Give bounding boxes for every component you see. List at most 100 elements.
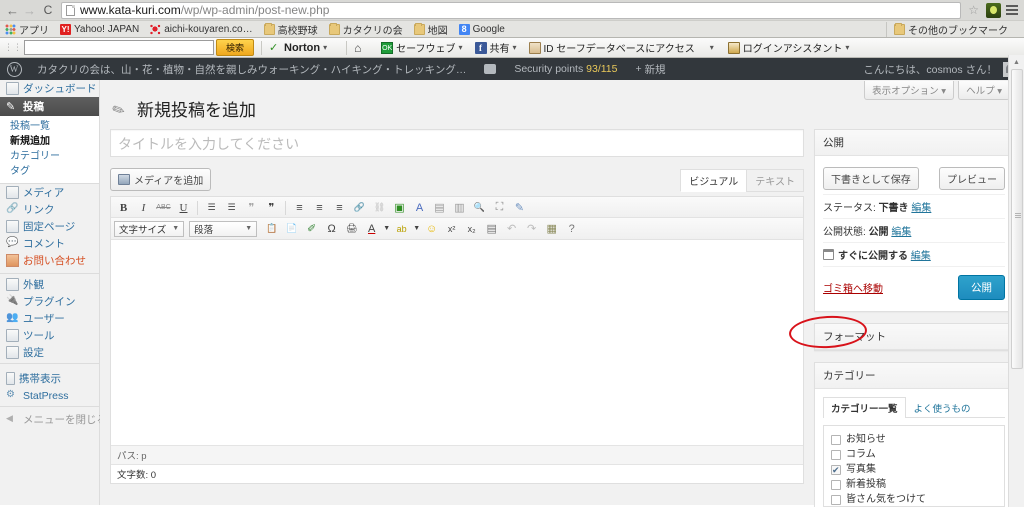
post-title-input[interactable]: タイトルを入力してください [110,129,804,157]
bold-icon[interactable]: B [114,199,133,216]
sidebar-item-statpress[interactable]: ⚙ StatPress [0,387,99,404]
sidebar-item-users[interactable]: 👥 ユーザー [0,310,99,327]
reload-icon[interactable]: C [38,3,58,17]
checkbox-icon[interactable] [831,494,841,505]
sidebar-item-tags[interactable]: タグ [10,164,99,179]
norton-search-button[interactable]: 検索 [216,39,255,56]
sidebar-item-links[interactable]: 🔗 リンク [0,201,99,218]
extension-icon[interactable] [986,2,1001,18]
comments-menu[interactable] [475,58,505,80]
forward-icon[interactable]: → [21,4,38,17]
bookmark-aichi[interactable]: aichi-kouyaren.co… [150,23,253,35]
account-menu[interactable]: こんにちは、cosmos さん！ [863,61,1024,77]
subscript-icon[interactable]: x₂ [462,220,481,237]
new-content-menu[interactable]: + 新規 [626,58,674,80]
print-icon[interactable]: 🖨 [342,220,361,237]
align-center-icon[interactable]: ≡ [310,199,329,216]
schedule-edit-link[interactable]: 編集 [911,247,931,262]
undo-icon[interactable]: ↶ [502,220,521,237]
text-color-icon[interactable]: A [362,220,381,237]
preview-button[interactable]: プレビュー [939,167,1005,190]
collapse-menu-button[interactable]: ◀ メニューを閉じる [0,411,107,428]
back-icon[interactable]: ← [4,4,21,17]
remove-format-icon[interactable]: ✐ [302,220,321,237]
underline-icon[interactable]: U [174,199,193,216]
indent-more-icon[interactable]: ❞ [262,199,281,216]
insert-template-icon[interactable]: ▦ [542,220,561,237]
help-tab[interactable]: ヘルプ ▾ [958,81,1010,100]
editor-content-area[interactable] [111,240,803,445]
unlink-icon[interactable]: ⛓ [370,199,389,216]
norton-login-assistant[interactable]: ログインアシスタント ▾ [727,40,849,55]
sidebar-item-dashboard[interactable]: ダッシュボード [0,80,99,97]
norton-search-input[interactable] [24,40,214,55]
norton-share[interactable]: f 共有 ▾ [474,40,517,55]
scrollbar-thumb[interactable] [1011,69,1023,369]
numbered-list-icon[interactable]: ☰ [222,199,241,216]
other-bookmarks[interactable]: その他のブックマーク [886,21,1008,37]
norton-safeweb[interactable]: OK セーフウェブ ▾ [381,40,463,55]
sidebar-item-comments[interactable]: 💬 コメント [0,235,99,252]
format-box-title[interactable]: フォーマット [815,324,1013,350]
sidebar-item-add-new[interactable]: 新規追加 [10,134,99,149]
bookmark-katakuri[interactable]: カタクリの会 [328,22,403,37]
tab-all-categories[interactable]: カテゴリー一覧 [823,397,906,418]
insert-link-icon[interactable]: 🔗 [350,199,369,216]
chrome-menu-icon[interactable] [1004,5,1020,15]
blockquote-icon[interactable]: ❞ [242,199,261,216]
visibility-edit-link[interactable]: 編集 [891,227,911,238]
redo-icon[interactable]: ↷ [522,220,541,237]
publish-button[interactable]: 公開 [958,275,1005,300]
kitchen-sink-icon[interactable]: ✎ [510,199,529,216]
sidebar-item-contact-form[interactable]: お問い合わせ [0,252,99,269]
sidebar-item-categories[interactable]: カテゴリー [10,149,99,164]
sidebar-item-plugins[interactable]: 🔌 プラグイン [0,293,99,310]
italic-icon[interactable]: I [134,199,153,216]
bookmark-google[interactable]: 8 Google [458,23,505,35]
page-scrollbar[interactable]: ▲ [1008,55,1024,507]
font-size-select[interactable]: 文字サイズ ▼ [114,220,185,237]
paste-text-icon[interactable]: 📋 [262,220,281,237]
bookmark-koukou-yakyu[interactable]: 高校野球 [263,22,318,37]
page-info-icon[interactable] [66,4,75,16]
tab-visual[interactable]: ビジュアル [680,169,748,192]
checkbox-icon[interactable] [831,434,841,445]
checkbox-icon[interactable] [831,479,841,490]
sidebar-item-media[interactable]: メディア [0,184,99,201]
special-character-icon[interactable]: Ω [322,220,341,237]
sidebar-item-posts[interactable]: ✎ 投稿 [0,97,106,116]
category-item[interactable]: コラム [831,447,997,462]
media-embed-icon[interactable]: ▤ [482,220,501,237]
publish-box-title[interactable]: 公開 [815,130,1013,156]
norton-brand[interactable]: ✓ Norton ▾ [269,42,327,54]
norton-home-button[interactable]: ⌂ [354,42,369,54]
help-icon[interactable]: ? [562,220,581,237]
category-box-title[interactable]: カテゴリー [815,363,1013,389]
chevron-down-icon[interactable]: ▼ [382,220,391,237]
category-item[interactable]: お知らせ [831,432,997,447]
insert-more-icon[interactable]: ▣ [390,199,409,216]
strikethrough-icon[interactable]: ABC [154,199,173,216]
sidebar-item-tools[interactable]: ツール [0,327,99,344]
category-item[interactable]: 皆さん気をつけて [831,492,997,506]
table-row-icon[interactable]: ▥ [450,199,469,216]
spellcheck-icon[interactable]: A [410,199,429,216]
bookmark-chizu[interactable]: 地図 [413,22,448,37]
screen-options-tab[interactable]: 表示オプション ▾ [864,81,955,100]
paragraph-select[interactable]: 段落 ▼ [189,220,258,237]
bookmark-yahoo[interactable]: Y! Yahoo! JAPAN [60,23,139,35]
sidebar-item-appearance[interactable]: 外観 [0,276,99,293]
chevron-down-icon[interactable]: ▼ [412,220,421,237]
site-name-menu[interactable]: カタクリの会は、山・花・植物・自然を親しみウォーキング・ハイキング・トレッキング… [28,58,475,80]
category-item[interactable]: 写真集 [831,462,997,478]
emoticon-icon[interactable]: ☺ [422,220,441,237]
sidebar-item-mobile[interactable]: 携帯表示 [0,370,99,387]
bookmark-star-icon[interactable]: ☆ [968,3,979,17]
checkbox-icon[interactable] [831,449,841,460]
background-color-icon[interactable]: ab [392,220,411,237]
toolbar-grip-icon[interactable]: ⋮⋮ [4,42,22,53]
add-media-button[interactable]: メディアを追加 [110,168,212,191]
bookmark-apps[interactable]: アプリ [5,22,49,37]
save-draft-button[interactable]: 下書きとして保存 [823,167,919,190]
find-icon[interactable]: 🔍 [470,199,489,216]
